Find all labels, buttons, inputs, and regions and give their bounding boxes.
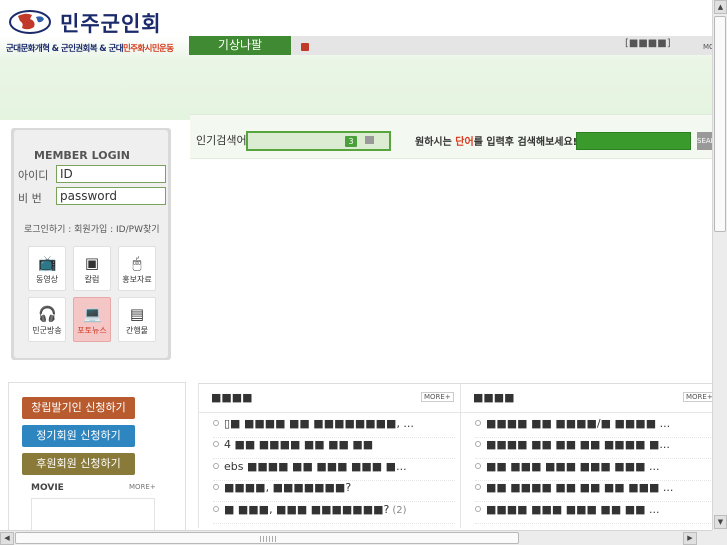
password-input[interactable]: [56, 187, 166, 205]
popular-keywords-ticker[interactable]: 3: [246, 131, 391, 151]
list-item[interactable]: ▯■ ■■■■ ■■ ■■■■■■■■, ...: [213, 417, 455, 438]
movie-more-link[interactable]: MORE+: [129, 483, 156, 491]
board-title: ■■■■: [211, 391, 253, 404]
horizontal-scroll-thumb[interactable]: [15, 532, 519, 544]
column-icon: ▣: [84, 254, 100, 272]
headphones-icon: 🎧: [38, 305, 57, 323]
popular-rank-badge: 3: [345, 136, 357, 147]
list-item[interactable]: ■■■■, ■■■■■■■?: [213, 481, 455, 502]
list-item[interactable]: ■ ■■■, ■■■ ■■■■■■■? (2): [213, 503, 455, 524]
bullet-icon: [213, 441, 219, 447]
board-left: ■■■■ MORE+ ▯■ ■■■■ ■■ ■■■■■■■■, ... 4 ■■…: [198, 383, 461, 528]
login-panel-inner: MEMBER LOGIN 아이디 비 번 로그인하기 : 회원가입 : ID/P…: [14, 130, 168, 358]
password-label: 비 번: [18, 192, 42, 205]
bullet-icon: [213, 463, 219, 469]
search-input[interactable]: [576, 132, 691, 150]
board-more-button[interactable]: MORE+: [683, 392, 716, 402]
korea-map-icon: [9, 10, 51, 34]
board-divider: [461, 412, 723, 413]
horizontal-scrollbar[interactable]: ◀ ▶: [0, 530, 712, 545]
bullet-icon: [475, 484, 481, 490]
list-item[interactable]: ■■■■ ■■ ■■ ■■ ■■■■ ■...: [475, 438, 717, 459]
site-logo[interactable]: 민주군인회 군대문화개혁 & 군인권회복 & 군대민주화시민운동: [6, 6, 186, 56]
board-title: ■■■■: [473, 391, 515, 404]
vertical-scroll-thumb[interactable]: [714, 16, 726, 232]
list-item[interactable]: ■■ ■■■ ■■■ ■■■ ■■■ ...: [475, 460, 717, 481]
quick-label: 간행물: [125, 326, 149, 335]
scroll-right-icon[interactable]: ▶: [683, 532, 697, 545]
laptop-icon: 💻: [83, 305, 102, 323]
list-item[interactable]: ■■■■ ■■■ ■■■ ■■ ■■ ...: [475, 503, 717, 524]
list-item[interactable]: 4 ■■ ■■■■ ■■ ■■ ■■: [213, 438, 455, 459]
bullet-icon: [475, 463, 481, 469]
login-title: MEMBER LOGIN: [34, 149, 130, 162]
nav-headline[interactable]: [■■■■]: [625, 38, 671, 49]
quick-broadcast-button[interactable]: 🎧 민군방송: [28, 297, 66, 342]
quick-label: 홍보자료: [122, 275, 152, 284]
quick-label: 민군방송: [32, 326, 62, 335]
id-label: 아이디: [18, 169, 49, 182]
quick-column-button[interactable]: ▣ 칼럼: [73, 246, 111, 291]
quick-label: 동영상: [35, 275, 59, 284]
new-icon: [301, 43, 309, 51]
bullet-icon: [213, 506, 219, 512]
list-item[interactable]: ■■ ■■■■ ■■ ■■ ■■ ■■■ ...: [475, 481, 717, 502]
logo-subtitle: 군대문화개혁 & 군인권회복 & 군대민주화시민운동: [6, 44, 174, 54]
popular-keywords-label: 인기검색어: [196, 134, 247, 147]
bullet-icon: [213, 420, 219, 426]
board-divider: [199, 412, 461, 413]
list-item[interactable]: ebs ■■■■ ■■ ■■■ ■■■ ■...: [213, 460, 455, 481]
quick-photo-news-button[interactable]: 💻 포토뉴스: [73, 297, 111, 342]
quick-video-button[interactable]: 📺 동영상: [28, 246, 66, 291]
popular-keyword-placeholder: [365, 136, 374, 144]
quick-label: 포토뉴스: [77, 326, 107, 335]
bullet-icon: [475, 441, 481, 447]
nav-tab-bugle[interactable]: 기상나팔: [189, 36, 291, 55]
tv-icon: 📺: [38, 254, 57, 272]
quick-label: 칼럼: [84, 275, 100, 284]
quick-promo-button[interactable]: 🖱 홍보자료: [118, 246, 156, 291]
board-more-button[interactable]: MORE+: [421, 392, 454, 402]
membership-panel: 창립발기인 신청하기 정기회원 신청하기 후원회원 신청하기 MOVIE MOR…: [8, 382, 186, 532]
board-right: ■■■■ MORE+ ■■■■ ■■ ■■■■/■ ■■■■ ... ■■■■ …: [460, 383, 723, 528]
bullet-icon: [475, 506, 481, 512]
search-button[interactable]: SEARCH: [697, 132, 712, 150]
founder-join-button[interactable]: 창립발기인 신청하기: [22, 397, 135, 419]
document-icon: ▤: [129, 305, 145, 323]
id-input[interactable]: [56, 165, 166, 183]
top-nav-bar: 기상나팔 [■■■■] MORE: [189, 36, 724, 55]
grip-icon: [260, 536, 276, 542]
login-panel: MEMBER LOGIN 아이디 비 번 로그인하기 : 회원가입 : ID/P…: [11, 128, 171, 360]
movie-title: MOVIE: [31, 483, 64, 493]
search-bar: 인기검색어 3 원하시는 단어를 입력후 검색해보세요! SEARCH: [190, 114, 712, 159]
vertical-scrollbar[interactable]: ▲ ▼: [712, 0, 727, 530]
search-hint: 원하시는 단어를 입력후 검색해보세요!: [415, 137, 578, 148]
regular-join-button[interactable]: 정기회원 신청하기: [22, 425, 135, 447]
bullet-icon: [213, 484, 219, 490]
scroll-up-icon[interactable]: ▲: [714, 0, 727, 14]
mouse-icon: 🖱: [132, 254, 142, 272]
scroll-left-icon[interactable]: ◀: [0, 532, 14, 545]
quick-publication-button[interactable]: ▤ 간행물: [118, 297, 156, 342]
login-links[interactable]: 로그인하기 : 회원가입 : ID/PW찾기: [24, 222, 160, 235]
logo-title: 민주군인회: [60, 12, 162, 36]
list-item[interactable]: ■■■■ ■■ ■■■■/■ ■■■■ ...: [475, 417, 717, 438]
scrollbar-corner: [712, 530, 727, 545]
supporter-join-button[interactable]: 후원회원 신청하기: [22, 453, 135, 475]
scroll-down-icon[interactable]: ▼: [714, 515, 727, 529]
bullet-icon: [475, 420, 481, 426]
movie-player-area[interactable]: [31, 498, 155, 532]
